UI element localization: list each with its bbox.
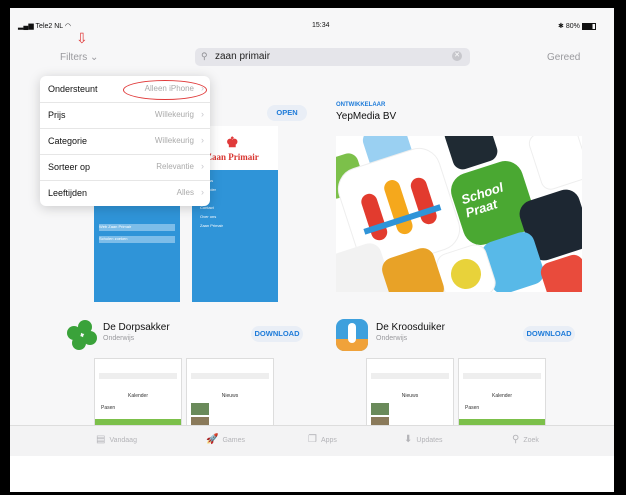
filter-row-sort[interactable]: Sorteer op Relevantie › xyxy=(40,154,210,181)
menu-item: Zaan Primair xyxy=(200,223,223,228)
today-icon: ▤ xyxy=(96,434,106,445)
chevron-right-icon: › xyxy=(201,135,204,145)
app-category: Onderwijs xyxy=(103,335,135,342)
bluetooth-icon: ✱ xyxy=(558,23,566,30)
chevron-right-icon: › xyxy=(201,109,204,119)
tab-apps[interactable]: ❐ Apps xyxy=(308,434,337,445)
preview-screenshot: Kalender Pasen xyxy=(458,358,546,430)
download-button[interactable]: DOWNLOAD xyxy=(251,326,303,342)
battery-icon xyxy=(581,22,596,30)
chevron-right-icon: › xyxy=(201,161,204,171)
filter-row-category[interactable]: Categorie Willekeurig › xyxy=(40,128,210,155)
app-tile-icon xyxy=(526,136,582,193)
preview-screenshot: Nieuws xyxy=(366,358,454,430)
developer-banner[interactable]: School Praat xyxy=(336,136,582,292)
status-battery: ✱ 80% xyxy=(558,22,596,30)
search-input[interactable]: ⚲ zaan primair ✕ xyxy=(195,48,470,66)
annotation-circle xyxy=(123,80,207,100)
preview-screenshot: Nieuws xyxy=(186,358,274,430)
status-time: 15:34 xyxy=(312,22,330,29)
app-name[interactable]: De Dorpsakker xyxy=(103,322,170,333)
chevron-down-icon: ⌄ xyxy=(90,52,99,63)
tab-search[interactable]: ⚲ Zoek xyxy=(512,434,539,445)
clear-icon[interactable]: ✕ xyxy=(452,51,462,61)
download-button[interactable]: DOWNLOAD xyxy=(523,326,575,342)
apps-icon: ❐ xyxy=(308,434,317,445)
tab-today[interactable]: ▤ Vandaag xyxy=(96,434,137,445)
zaan-left-item: Scholen zoeken xyxy=(99,236,175,243)
page-bottom xyxy=(10,456,614,492)
search-icon: ⚲ xyxy=(512,434,520,445)
open-button[interactable]: OPEN xyxy=(267,105,307,121)
developer-caption: ONTWIKKELAAR xyxy=(336,102,386,108)
ipad-screen: ▂▄▆ Tele2 NL ◠ 15:34 ✱ 80% ⇩ Filters ⌄ ⚲… xyxy=(10,8,614,492)
done-button[interactable]: Gereed xyxy=(547,52,580,63)
carrier-text: Tele2 NL xyxy=(35,23,63,30)
wifi-icon: ◠ xyxy=(62,23,71,30)
tab-games[interactable]: 🚀 Games xyxy=(206,434,245,445)
filter-row-ages[interactable]: Leeftijden Alles › xyxy=(40,180,210,206)
status-carrier: ▂▄▆ Tele2 NL ◠ xyxy=(18,22,71,30)
zaan-logo-icon: ♚ xyxy=(226,134,239,150)
clover-app-icon[interactable] xyxy=(66,320,98,352)
tab-bar: ▤ Vandaag 🚀 Games ❐ Apps ⬇ Updates ⚲ Zoek xyxy=(10,425,614,456)
filter-panel: Ondersteunt Alleen iPhone › Prijs Willek… xyxy=(40,76,210,206)
updates-icon: ⬇ xyxy=(404,434,413,445)
app-category: Onderwijs xyxy=(376,335,408,342)
preview-screenshot: Kalender Pasen xyxy=(94,358,182,430)
filter-row-price[interactable]: Prijs Willekeurig › xyxy=(40,102,210,129)
tab-updates[interactable]: ⬇ Updates xyxy=(404,434,442,445)
signal-icon: ▂▄▆ xyxy=(18,23,36,30)
annotation-arrow-icon: ⇩ xyxy=(76,30,88,46)
app-name[interactable]: De Kroosduiker xyxy=(376,322,445,333)
chevron-right-icon: › xyxy=(201,187,204,197)
games-icon: 🚀 xyxy=(206,434,219,445)
kroosduiker-app-icon[interactable] xyxy=(336,319,368,351)
search-query: zaan primair xyxy=(215,51,271,62)
menu-item: Over ons xyxy=(200,214,217,219)
developer-name[interactable]: YepMedia BV xyxy=(336,111,396,122)
zaan-left-item: Web Zaan Primair xyxy=(99,224,175,231)
filter-row-supports[interactable]: Ondersteunt Alleen iPhone › xyxy=(40,76,210,103)
zaan-logo-text: Zaan Primair xyxy=(206,152,259,162)
filters-button[interactable]: Filters ⌄ xyxy=(60,52,98,63)
search-icon: ⚲ xyxy=(201,51,208,61)
